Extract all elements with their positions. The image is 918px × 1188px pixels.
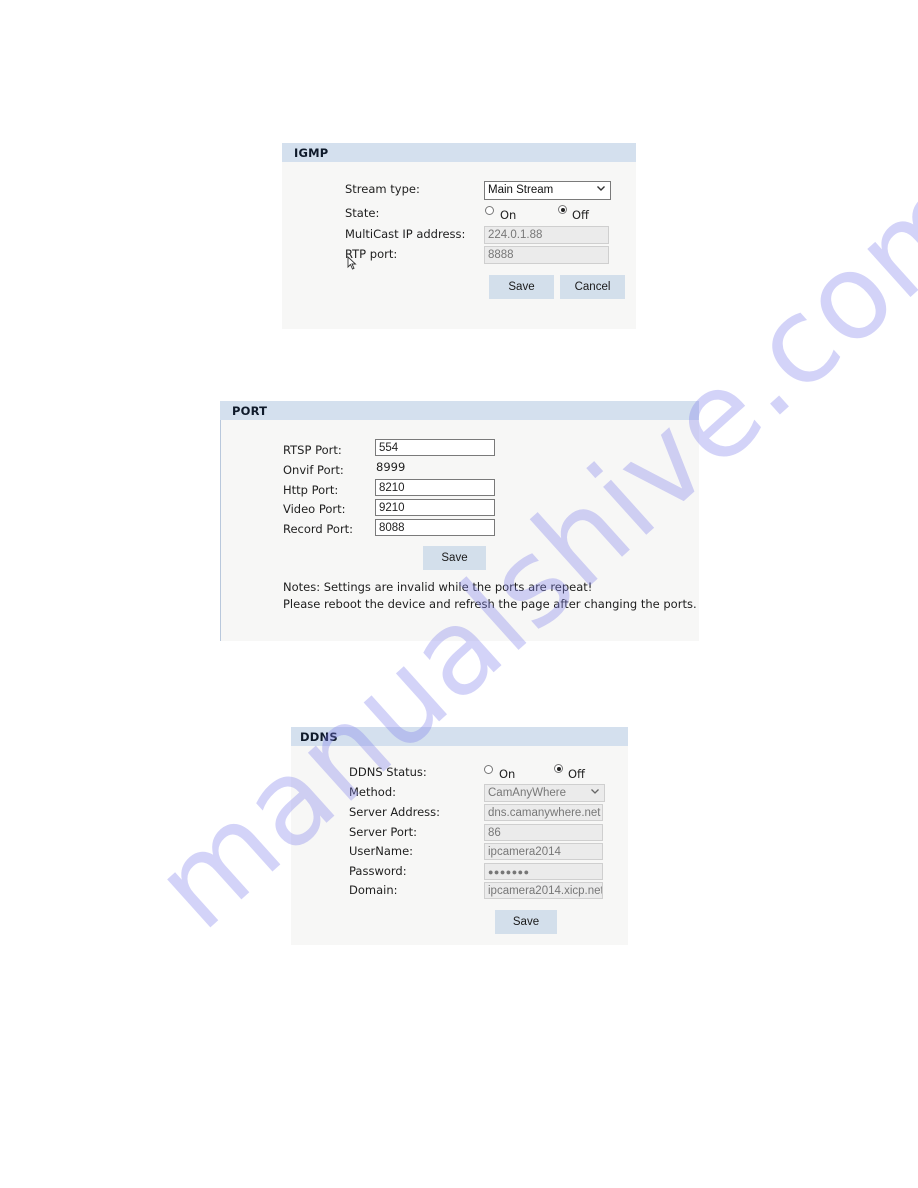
server-port-label: Server Port: bbox=[349, 825, 418, 839]
username-input[interactable]: ipcamera2014 bbox=[484, 843, 603, 860]
state-off-label: Off bbox=[572, 208, 589, 222]
method-label: Method: bbox=[349, 785, 397, 799]
stream-type-value: Main Stream bbox=[488, 184, 554, 196]
ddns-status-off-label: Off bbox=[568, 767, 585, 781]
method-select[interactable]: CamAnyWhere bbox=[484, 784, 605, 802]
port-panel: PORT RTSP Port: 554 Onvif Port: 8999 Htt… bbox=[220, 401, 699, 641]
multicast-ip-label: MultiCast IP address: bbox=[345, 227, 466, 241]
stream-type-select[interactable]: Main Stream bbox=[484, 181, 611, 200]
method-value: CamAnyWhere bbox=[488, 787, 566, 799]
http-port-input[interactable]: 8210 bbox=[375, 479, 495, 496]
record-port-label: Record Port: bbox=[283, 522, 354, 536]
http-port-label: Http Port: bbox=[283, 483, 339, 497]
ddns-status-label: DDNS Status: bbox=[349, 765, 427, 779]
ddns-status-off-radio[interactable] bbox=[554, 764, 563, 773]
port-note-line-1: Notes: Settings are invalid while the po… bbox=[283, 580, 593, 594]
video-port-label: Video Port: bbox=[283, 502, 346, 516]
rtsp-port-label: RTSP Port: bbox=[283, 443, 342, 457]
password-label: Password: bbox=[349, 864, 407, 878]
ddns-save-button[interactable]: Save bbox=[495, 910, 557, 934]
chevron-down-icon bbox=[590, 786, 600, 801]
rtp-port-input[interactable]: 8888 bbox=[484, 246, 609, 264]
ddns-panel-header: DDNS bbox=[291, 727, 628, 746]
domain-label: Domain: bbox=[349, 883, 398, 897]
mouse-pointer-icon bbox=[347, 256, 357, 270]
igmp-cancel-button[interactable]: Cancel bbox=[560, 275, 625, 299]
port-panel-title: PORT bbox=[232, 404, 268, 418]
ddns-panel-title: DDNS bbox=[300, 730, 338, 744]
chevron-down-icon bbox=[596, 183, 606, 198]
stream-type-label: Stream type: bbox=[345, 182, 420, 196]
server-port-input[interactable]: 86 bbox=[484, 824, 603, 841]
ddns-status-on-label: On bbox=[499, 767, 516, 781]
username-label: UserName: bbox=[349, 844, 414, 858]
ddns-panel: DDNS DDNS Status: On Off Method: CamAnyW… bbox=[291, 727, 628, 945]
igmp-save-button[interactable]: Save bbox=[489, 275, 554, 299]
igmp-panel-header: IGMP bbox=[282, 143, 636, 162]
state-off-radio[interactable] bbox=[558, 205, 567, 214]
state-on-radio[interactable] bbox=[485, 206, 494, 215]
onvif-port-label: Onvif Port: bbox=[283, 463, 344, 477]
server-address-input[interactable]: dns.camanywhere.net bbox=[484, 804, 603, 821]
state-on-label: On bbox=[500, 208, 517, 222]
video-port-input[interactable]: 9210 bbox=[375, 499, 495, 516]
record-port-input[interactable]: 8088 bbox=[375, 519, 495, 536]
rtsp-port-input[interactable]: 554 bbox=[375, 439, 495, 456]
domain-input[interactable]: ipcamera2014.xicp.net bbox=[484, 882, 603, 899]
port-save-button[interactable]: Save bbox=[423, 546, 486, 570]
password-input[interactable]: ●●●●●●● bbox=[484, 863, 603, 880]
igmp-panel: IGMP Stream type: Main Stream State: On … bbox=[282, 143, 636, 329]
state-label: State: bbox=[345, 206, 380, 220]
port-note-line-2: Please reboot the device and refresh the… bbox=[283, 597, 697, 611]
multicast-ip-input[interactable]: 224.0.1.88 bbox=[484, 226, 609, 244]
ddns-status-on-radio[interactable] bbox=[484, 765, 493, 774]
port-panel-header: PORT bbox=[220, 401, 699, 420]
onvif-port-value: 8999 bbox=[376, 460, 406, 474]
server-address-label: Server Address: bbox=[349, 805, 441, 819]
port-panel-left-border bbox=[220, 401, 221, 641]
igmp-panel-title: IGMP bbox=[294, 146, 329, 160]
